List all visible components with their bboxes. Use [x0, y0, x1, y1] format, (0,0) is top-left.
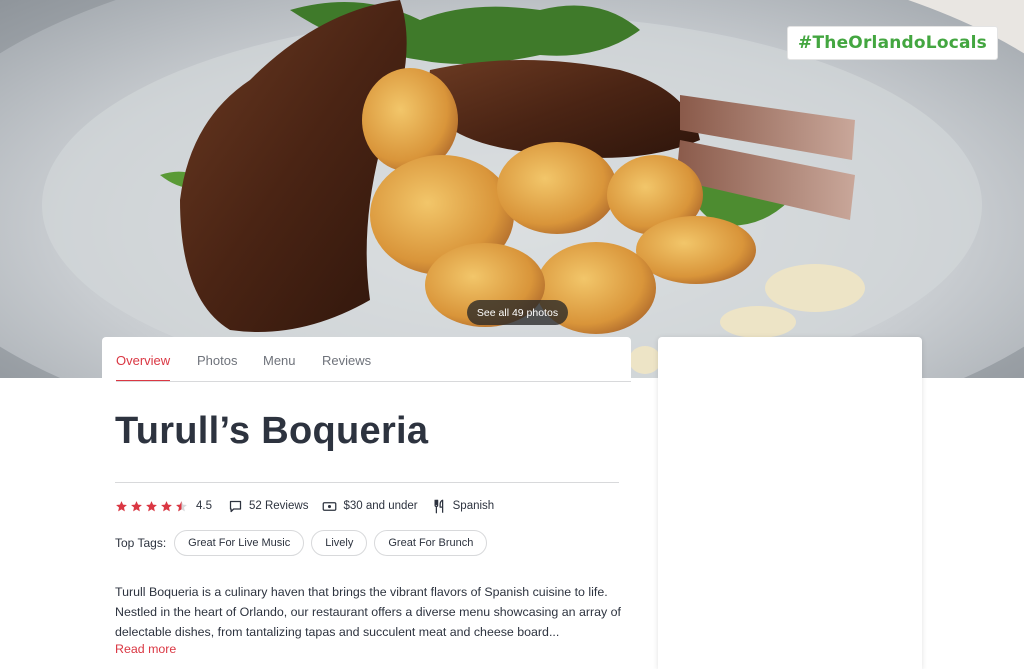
review-bubble-icon — [229, 500, 242, 512]
rating-stars — [115, 500, 188, 513]
read-more-link[interactable]: Read more — [115, 642, 176, 656]
reviews-count[interactable]: 52 Reviews — [228, 499, 308, 514]
top-tags-label: Top Tags: — [115, 536, 167, 550]
restaurant-description: Turull Boqueria is a culinary haven that… — [115, 585, 621, 639]
top-tags: Top Tags: Great For Live Music Lively Gr… — [115, 530, 494, 556]
tab-overview[interactable]: Overview — [116, 353, 171, 382]
fork-knife-icon — [434, 499, 443, 513]
star-icon — [116, 500, 127, 511]
tab-menu[interactable]: Menu — [263, 353, 296, 368]
cuisine-label: Spanish — [452, 500, 495, 512]
tabs-divider — [116, 381, 631, 382]
tag-chip[interactable]: Great For Live Music — [174, 530, 305, 556]
star-icon — [146, 500, 157, 511]
title-divider — [115, 482, 619, 483]
restaurant-meta: 4.5 52 Reviews $30 and under Spanish — [115, 497, 508, 515]
star-half-icon — [176, 500, 187, 511]
cuisine: Spanish — [432, 499, 495, 514]
hashtag-watermark: #TheOrlandoLocals — [787, 26, 998, 60]
tag-chip[interactable]: Lively — [311, 530, 368, 556]
price-range: $30 and under — [322, 499, 418, 514]
restaurant-tabs: Overview Photos Menu Reviews — [102, 337, 631, 382]
restaurant-name: Turull’s Boqueria — [115, 410, 429, 452]
rating-value: 4.5 — [196, 500, 212, 512]
tag-chip[interactable]: Great For Brunch — [374, 530, 488, 556]
tab-photos[interactable]: Photos — [197, 353, 237, 368]
reservation-card — [658, 337, 922, 669]
see-all-photos-button[interactable]: See all 49 photos — [467, 300, 568, 325]
price-label: $30 and under — [343, 500, 418, 512]
star-icon — [131, 500, 142, 511]
tab-reviews[interactable]: Reviews — [322, 353, 371, 368]
reviews-label: 52 Reviews — [249, 500, 309, 512]
hero-photo[interactable]: #TheOrlandoLocals See all 49 photos — [0, 0, 1024, 378]
star-icon — [161, 500, 172, 511]
money-icon — [323, 501, 337, 511]
